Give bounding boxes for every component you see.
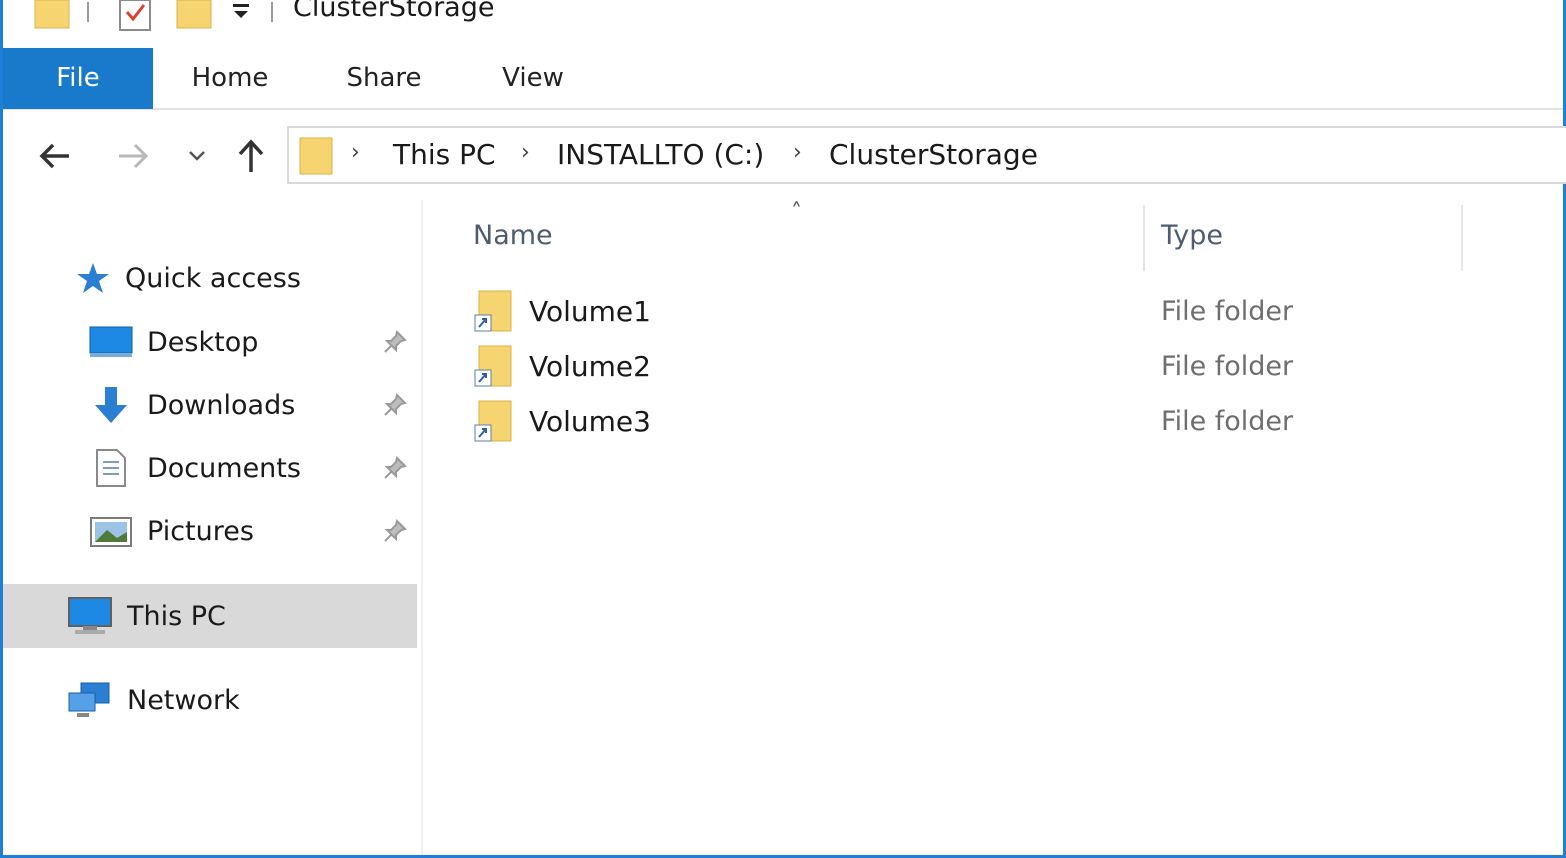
customize-toolbar-dropdown-icon[interactable]: [231, 2, 253, 26]
star-icon: [77, 263, 109, 293]
forward-arrow-icon: [119, 143, 149, 169]
up-button[interactable]: [231, 132, 271, 180]
file-name: Volume3: [529, 404, 651, 438]
nav-this-pc-label: This PC: [127, 600, 226, 632]
mounted-volume-folder-icon: [474, 345, 512, 387]
file-type: File folder: [1161, 350, 1294, 382]
address-bar[interactable]: › This PC › INSTALLTO (C:) › ClusterStor…: [287, 126, 1566, 184]
nav-quick-access[interactable]: Quick access: [75, 250, 301, 306]
file-explorer-window: ClusterStorage File Home Share View › Th…: [0, 0, 1566, 858]
download-arrow-icon: [95, 387, 127, 423]
list-item[interactable]: Volume2 File folder: [473, 341, 1533, 391]
pictures-icon: [90, 517, 132, 547]
tab-home[interactable]: Home: [175, 48, 285, 109]
document-icon: [96, 449, 126, 487]
up-arrow-icon: [238, 139, 264, 172]
navigation-pane: Quick access Desktop Downloads Documents…: [3, 200, 423, 855]
desktop-icon: [89, 326, 133, 357]
pin-icon[interactable]: [383, 519, 407, 543]
pin-icon[interactable]: [383, 456, 407, 480]
chevron-right-icon[interactable]: ›: [793, 140, 802, 165]
new-folder-icon[interactable]: [175, 0, 213, 34]
back-button[interactable]: [35, 132, 75, 180]
file-name: Volume1: [529, 294, 651, 328]
folder-icon[interactable]: [33, 0, 71, 34]
nav-item-label: Documents: [147, 452, 301, 484]
column-divider[interactable]: [1461, 205, 1463, 271]
mounted-volume-folder-icon: [474, 290, 512, 332]
nav-item-label: Pictures: [147, 515, 254, 547]
chevron-right-icon[interactable]: ›: [351, 140, 360, 165]
pin-icon[interactable]: [383, 393, 407, 417]
file-type: File folder: [1161, 295, 1294, 327]
computer-icon: [68, 597, 112, 634]
file-list: ˄ Name Type Volume1 File folder Volume2 …: [433, 200, 1563, 855]
list-item[interactable]: Volume3 File folder: [473, 396, 1533, 446]
properties-check-icon[interactable]: [118, 0, 154, 36]
column-divider[interactable]: [1143, 205, 1145, 271]
nav-this-pc[interactable]: This PC: [67, 588, 226, 644]
breadcrumb-this-pc[interactable]: This PC: [393, 138, 496, 171]
list-item[interactable]: Volume1 File folder: [473, 286, 1533, 336]
window-title: ClusterStorage: [293, 0, 495, 23]
chevron-right-icon[interactable]: ›: [521, 140, 530, 165]
file-name: Volume2: [529, 349, 651, 383]
nav-item-label: Desktop: [147, 326, 259, 358]
breadcrumb-drive[interactable]: INSTALLTO (C:): [557, 138, 764, 171]
chevron-down-icon: [189, 151, 205, 161]
nav-item-desktop[interactable]: Desktop: [89, 314, 258, 370]
ribbon-tabs: File Home Share View: [3, 48, 1563, 110]
column-header-name[interactable]: Name: [473, 220, 553, 251]
title-bar: ClusterStorage: [3, 0, 1563, 44]
toolbar-separator: [87, 2, 89, 22]
tab-file[interactable]: File: [3, 48, 153, 109]
column-header-type[interactable]: Type: [1161, 220, 1223, 251]
network-icon: [68, 682, 110, 717]
nav-network-label: Network: [127, 684, 240, 716]
nav-item-documents[interactable]: Documents: [89, 440, 301, 496]
nav-network[interactable]: Network: [67, 672, 240, 728]
tab-share[interactable]: Share: [329, 48, 439, 109]
back-arrow-icon: [39, 143, 69, 169]
nav-quick-access-label: Quick access: [125, 262, 301, 294]
folder-icon: [299, 136, 333, 180]
mounted-volume-folder-icon: [474, 400, 512, 442]
breadcrumb-clusterstorage[interactable]: ClusterStorage: [829, 138, 1038, 171]
forward-button[interactable]: [113, 132, 153, 180]
nav-item-pictures[interactable]: Pictures: [89, 503, 254, 559]
recent-locations-button[interactable]: [179, 132, 215, 180]
file-type: File folder: [1161, 405, 1294, 437]
sort-ascending-icon: ˄: [791, 200, 802, 225]
nav-item-downloads[interactable]: Downloads: [89, 377, 295, 433]
pin-icon[interactable]: [383, 330, 407, 354]
toolbar-separator: [271, 2, 273, 22]
nav-item-label: Downloads: [147, 389, 296, 421]
tab-view[interactable]: View: [483, 48, 583, 109]
